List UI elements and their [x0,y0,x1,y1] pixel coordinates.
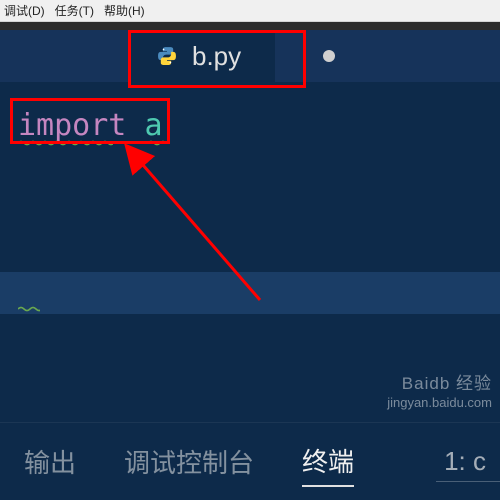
bottom-panel: 输出 调试控制台 终端 1: c [0,422,500,500]
keyword-import: import [18,108,126,143]
code-line: import a [18,108,482,143]
lint-squiggle-icon [18,306,40,314]
editor-tab[interactable]: b.py [130,30,275,82]
panel-tab-terminal[interactable]: 终端 [302,436,354,487]
active-line-highlight [0,272,500,314]
modified-indicator-icon [323,50,335,62]
watermark-brand: Baidb 经验 [387,373,492,395]
menu-bar[interactable]: 调试(D) 任务(T) 帮助(H) [0,0,500,22]
title-bar [0,22,500,30]
python-file-icon [156,45,178,67]
panel-tab-debug-console[interactable]: 调试控制台 [124,437,254,486]
watermark: Baidb 经验 jingyan.baidu.com [387,373,492,412]
panel-tab-output[interactable]: 输出 [24,437,76,486]
code-editor[interactable]: import a [0,82,500,169]
tab-bar: b.py [0,30,500,82]
lint-squiggle-icon [18,140,113,146]
menu-tasks[interactable]: 任务(T) [55,2,94,19]
module-name: a [144,108,162,143]
lint-squiggle-icon [148,140,167,146]
terminal-selector[interactable]: 1: c [436,442,500,482]
tab-filename: b.py [192,41,241,72]
watermark-url: jingyan.baidu.com [387,395,492,412]
menu-help[interactable]: 帮助(H) [104,2,145,19]
menu-debug[interactable]: 调试(D) [4,2,45,19]
